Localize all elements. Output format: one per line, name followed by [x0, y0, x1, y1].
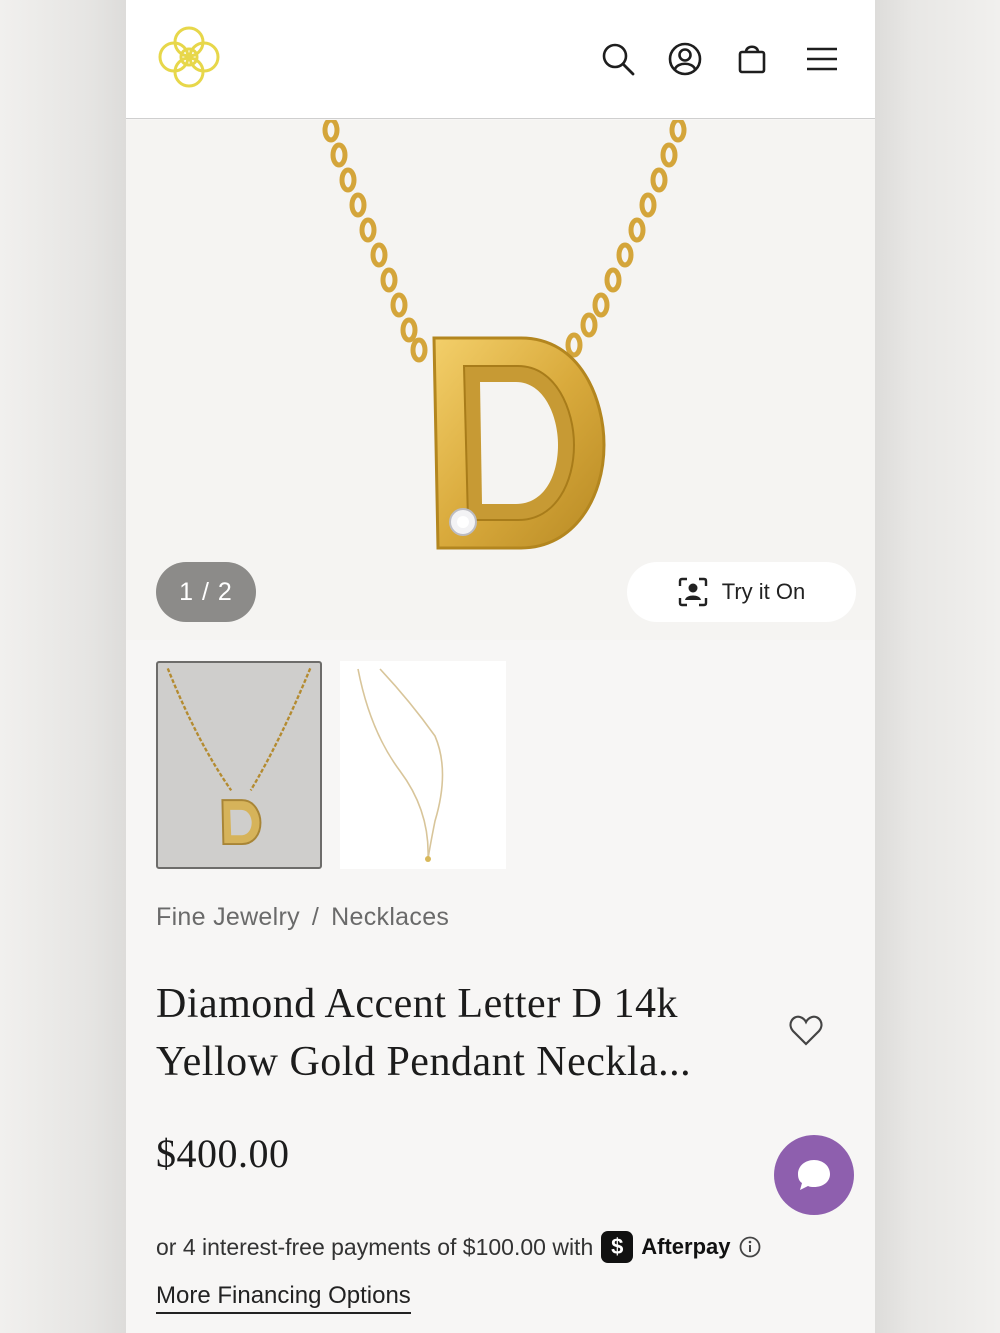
face-scan-icon [678, 577, 707, 607]
afterpay-name: Afterpay [641, 1234, 731, 1259]
breadcrumb: Fine Jewelry / Necklaces [156, 903, 449, 932]
necklace-full-thumbnail[interactable] [340, 661, 506, 869]
try-it-on-label: Try it On [721, 579, 806, 604]
product-page: 1 / 2 Try it On Fine Jewelry / Necklaces… [126, 0, 875, 1333]
more-financing-link[interactable]: More Financing Options [156, 1282, 411, 1314]
backdrop-left [0, 0, 126, 1333]
afterpay-text: or 4 interest-free payments of $100.00 w… [156, 1233, 594, 1260]
bag-icon[interactable] [733, 40, 771, 78]
chat-button[interactable] [774, 1135, 854, 1215]
afterpay-row: or 4 interest-free payments of $100.00 w… [156, 1229, 761, 1265]
try-it-on-button[interactable]: Try it On [627, 562, 856, 622]
account-icon[interactable] [666, 40, 704, 78]
search-icon[interactable] [599, 40, 637, 78]
image-pager: 1 / 2 [156, 562, 256, 622]
kendra-scott-logo-icon[interactable] [154, 22, 224, 92]
breadcrumb-fine-jewelry[interactable]: Fine Jewelry [156, 903, 300, 932]
site-header [126, 0, 875, 119]
chat-bubble-icon [798, 1160, 830, 1190]
necklace-front-thumbnail[interactable] [156, 661, 322, 869]
heart-icon[interactable] [788, 1013, 824, 1047]
menu-icon[interactable] [803, 40, 841, 78]
breadcrumb-separator: / [311, 903, 320, 931]
backdrop-right [875, 0, 1000, 1333]
product-price: $400.00 [156, 1131, 290, 1176]
breadcrumb-necklaces[interactable]: Necklaces [331, 903, 449, 932]
afterpay-badge-icon: $ [601, 1231, 634, 1263]
product-title: Diamond Accent Letter D 14k Yellow Gold … [156, 981, 692, 1085]
info-icon[interactable] [739, 1236, 761, 1258]
